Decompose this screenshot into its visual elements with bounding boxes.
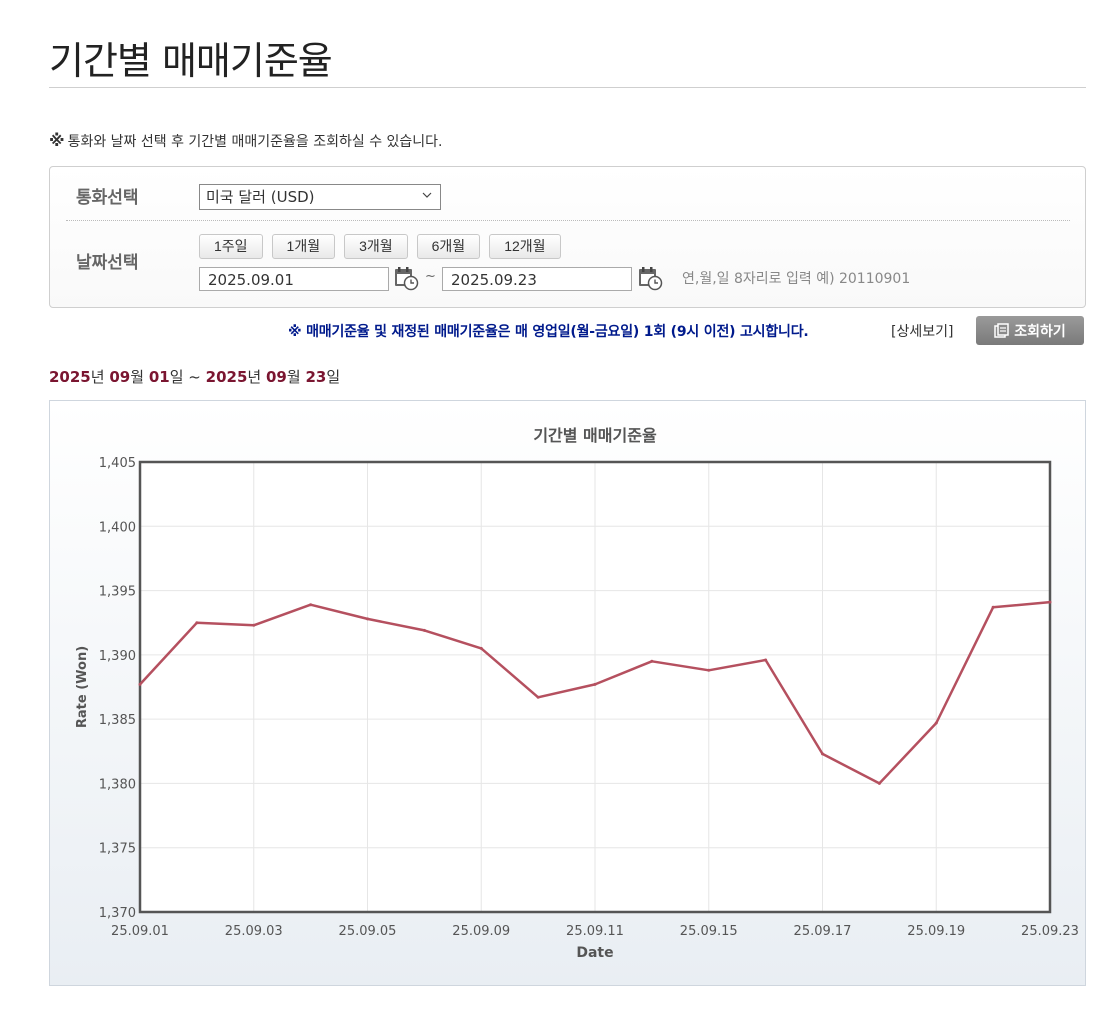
range-month-unit: 월 [130, 368, 145, 386]
notice-mark: ※ [49, 131, 65, 150]
search-form: 통화선택 미국 달러 (USD) 날짜선택 1주일 1개월 3개월 6개월 12… [49, 166, 1086, 308]
x-tick-label: 25.09.15 [680, 924, 738, 939]
data-point [707, 668, 711, 672]
data-point [138, 682, 142, 686]
data-point [479, 646, 483, 650]
calendar-icon[interactable] [637, 265, 663, 291]
y-axis-label: Rate (Won) [75, 646, 90, 728]
range-year-unit: 년 [247, 368, 262, 386]
date-label: 날짜선택 [76, 253, 139, 273]
start-date-input[interactable]: 2025.09.01 [199, 267, 389, 291]
x-tick-label: 25.09.03 [225, 924, 283, 939]
data-point [821, 752, 824, 756]
x-tick-label: 25.09.01 [111, 924, 169, 939]
period-button-1week[interactable]: 1주일 [199, 234, 263, 259]
data-point [593, 682, 597, 686]
data-point [536, 695, 540, 699]
range-end-month: 09 [265, 368, 287, 386]
title-divider [49, 87, 1086, 88]
data-point [934, 721, 938, 725]
data-point [650, 659, 654, 663]
y-tick-label: 1,395 [99, 585, 136, 600]
range-year-unit: 년 [90, 368, 105, 386]
row-divider [66, 220, 1070, 221]
chevron-down-icon [422, 192, 432, 198]
detail-link[interactable]: [상세보기] [891, 321, 953, 341]
range-start-month: 09 [109, 368, 131, 386]
query-button-label: 조회하기 [1014, 323, 1066, 340]
calendar-icon[interactable] [393, 265, 419, 291]
date-range-summary: 2025년 09월 01일 ~ 2025년 09월 23일 [49, 366, 340, 387]
range-end-year: 2025 [205, 368, 248, 386]
currency-label: 통화선택 [76, 188, 139, 208]
data-point [764, 658, 768, 662]
chart-title: 기간별 매매기준율 [533, 426, 657, 445]
x-tick-label: 25.09.09 [452, 924, 510, 939]
query-button[interactable]: 조회하기 [976, 316, 1084, 345]
range-day-unit: 일 [169, 368, 184, 386]
period-button-1month[interactable]: 1개월 [271, 234, 336, 259]
data-point [422, 628, 426, 632]
y-tick-label: 1,390 [99, 649, 136, 664]
data-point [195, 621, 199, 625]
range-end-day: 23 [305, 368, 327, 386]
y-tick-label: 1,400 [99, 520, 136, 535]
chart-container: 1,370 1,375 1,380 1,385 1,390 1,395 1,400 1,405… [49, 400, 1086, 986]
data-point [991, 605, 995, 609]
range-start-year: 2025 [49, 368, 91, 386]
page-title: 기간별 매매기준율 [49, 39, 333, 83]
data-point [309, 603, 313, 607]
x-tick-label: 25.09.17 [794, 924, 852, 939]
range-start-day: 01 [148, 368, 170, 386]
x-tick-label: 25.09.19 [907, 924, 965, 939]
date-range-separator: ~ [425, 269, 436, 284]
document-list-icon [994, 323, 1009, 338]
period-button-12month[interactable]: 12개월 [489, 234, 561, 259]
notice: ※ 통화와 날짜 선택 후 기간별 매매기준율을 조회하실 수 있습니다. [49, 131, 443, 151]
x-tick-label: 25.09.11 [566, 924, 624, 939]
currency-select[interactable]: 미국 달러 (USD) [199, 184, 441, 210]
x-tick-label: 25.09.05 [339, 924, 397, 939]
data-point [1048, 600, 1052, 604]
y-tick-label: 1,405 [99, 456, 136, 471]
range-tilde: ~ [188, 368, 201, 386]
data-point [252, 623, 256, 627]
period-button-3month[interactable]: 3개월 [344, 234, 408, 259]
data-point [366, 617, 369, 621]
period-buttons: 1주일 1개월 3개월 6개월 12개월 [199, 234, 561, 259]
range-day-unit: 일 [326, 368, 341, 386]
end-date-input[interactable]: 2025.09.23 [442, 267, 632, 291]
period-button-6month[interactable]: 6개월 [416, 234, 481, 259]
data-point [877, 781, 881, 785]
announcement: ※ 매매기준율 및 재정된 매매기준율은 매 영업일(월-금요일) 1회 (9시… [288, 324, 809, 340]
notice-text: 통화와 날짜 선택 후 기간별 매매기준율을 조회하실 수 있습니다. [67, 134, 443, 150]
y-tick-label: 1,385 [99, 713, 136, 728]
range-month-unit: 월 [286, 368, 301, 386]
date-format-hint: 연,월,일 8자리로 입력 예) 20110901 [682, 271, 911, 287]
y-tick-label: 1,380 [99, 777, 136, 792]
exchange-rate-chart: 1,370 1,375 1,380 1,385 1,390 1,395 1,400 1,405… [75, 426, 1079, 961]
x-tick-label: 25.09.23 [1021, 924, 1079, 939]
y-tick-label: 1,375 [99, 842, 136, 857]
x-axis-label: Date [576, 945, 613, 961]
currency-select-value: 미국 달러 (USD) [206, 188, 315, 206]
y-tick-label: 1,370 [99, 906, 136, 921]
